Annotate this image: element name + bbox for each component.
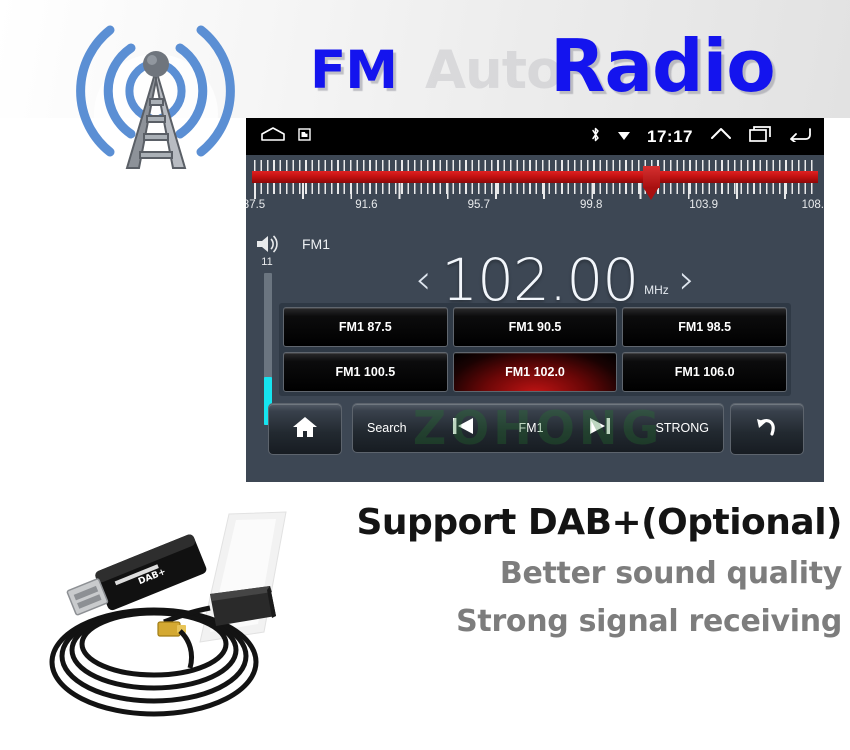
strong-button[interactable]: STRONG [655, 421, 708, 435]
frequency-display: ‹ 102.00 MHz › [346, 251, 764, 309]
volume-level: 11 [261, 256, 273, 268]
product-copy: Support DAB+(Optional) Better sound qual… [330, 502, 843, 639]
tuner-scale-label: 103.9 [689, 199, 718, 211]
skip-next-icon[interactable] [587, 415, 613, 442]
banner-title: Auto FM Radio [300, 10, 820, 110]
transport-bar: Search FM1 STRONG ZOHONG [268, 403, 804, 455]
bluetooth-icon [590, 126, 601, 148]
frequency-unit: MHz [644, 283, 669, 297]
search-button[interactable]: Search [367, 421, 407, 435]
product-title: Support DAB+(Optional) [356, 502, 843, 543]
preset-button[interactable]: FM1 100.5 [283, 352, 448, 392]
tuner-scale-label: 108.0 [801, 199, 824, 211]
band-label: FM1 [302, 236, 330, 252]
skip-previous-icon[interactable] [450, 415, 476, 442]
tuner-ticks-top [254, 160, 816, 171]
product-section: DAB+ Support DAB+(Optional) Better sound… [0, 492, 850, 750]
chevron-up-icon[interactable] [710, 126, 732, 147]
back-arrow-icon[interactable] [788, 126, 812, 147]
screenshot-icon[interactable] [298, 127, 311, 146]
chevron-right-icon[interactable]: › [679, 260, 695, 300]
tuner-scale-label: 95.7 [467, 199, 490, 211]
usb-dab-dongle-image: DAB+ [14, 504, 364, 744]
back-curved-arrow-icon [754, 415, 780, 444]
tuner-ticks-major [254, 183, 816, 199]
tuner-scale-label: 99.8 [579, 199, 603, 211]
preset-label: FM1 100.5 [335, 365, 396, 379]
product-subtitle-2: Strong signal receiving [456, 604, 842, 639]
page-banner: Auto FM Radio [0, 0, 850, 174]
preset-button[interactable]: FM1 102.0 [452, 352, 618, 392]
preset-button[interactable]: FM1 90.5 [452, 307, 618, 347]
tuner-scale-labels: 87.5 91.6 95.7 99.8 103.9 108.0 [246, 199, 824, 217]
tuner-scale[interactable] [246, 160, 824, 200]
band-selector-label[interactable]: FM1 [519, 421, 544, 435]
preset-button[interactable]: FM1 87.5 [283, 307, 448, 347]
chevron-left-icon[interactable]: ‹ [415, 260, 431, 300]
preset-label: FM1 106.0 [674, 365, 735, 379]
tuner-red-bar [252, 171, 818, 183]
back-button[interactable] [730, 403, 804, 455]
preset-label: FM1 98.5 [678, 320, 732, 334]
status-clock: 17:17 [647, 126, 693, 146]
tuner-marker[interactable] [643, 166, 660, 200]
banner-ghost-word: Auto [425, 40, 562, 101]
preset-grid: FM1 87.5 FM1 90.5 FM1 98.5 FM1 100.5 FM1 102… [279, 303, 791, 396]
preset-label: FM1 90.5 [508, 320, 562, 334]
radio-tower-icon [48, 2, 263, 187]
product-subtitle-1: Better sound quality [499, 556, 842, 591]
preset-button[interactable]: FM1 106.0 [622, 352, 787, 392]
recents-icon[interactable] [749, 125, 771, 148]
android-status-bar: 17:17 [246, 118, 824, 155]
home-icon [292, 415, 318, 444]
preset-button[interactable]: FM1 98.5 [622, 307, 787, 347]
tuner-scale-label: 87.5 [246, 199, 266, 211]
frequency-value: 102.00 [441, 246, 639, 314]
home-button[interactable] [268, 403, 342, 455]
head-unit-screen: 17:17 87.5 91.6 95.7 99.8 103.9 108.0 [246, 118, 824, 482]
triangle-down-icon [618, 128, 631, 146]
home-outline-icon[interactable] [260, 126, 286, 147]
banner-word-radio: Radio [550, 24, 776, 108]
banner-word-fm: FM [310, 40, 398, 101]
preset-label: FM1 102.0 [505, 365, 565, 379]
center-control-bar: Search FM1 STRONG [352, 403, 724, 453]
preset-label: FM1 87.5 [338, 320, 392, 334]
tuner-scale-label: 91.6 [355, 199, 378, 211]
